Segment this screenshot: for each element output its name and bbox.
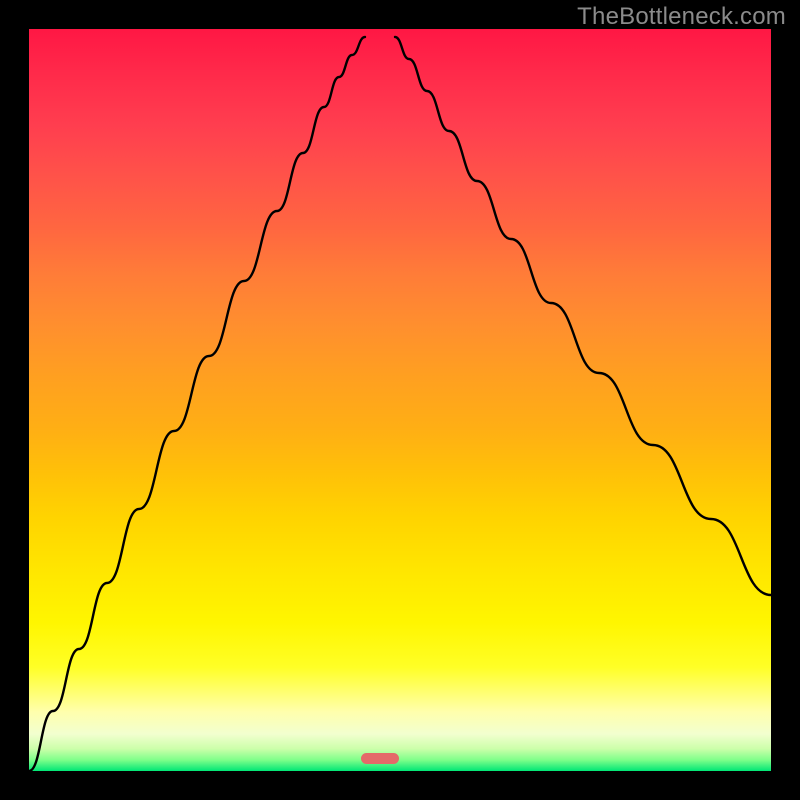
curve-left-branch [29,37,365,771]
watermark-text: TheBottleneck.com [577,3,786,31]
curve-layer [29,29,771,771]
chart-frame: TheBottleneck.com [0,0,800,800]
curve-right-branch [395,37,771,595]
plot-area [29,29,771,771]
minimum-marker [361,753,399,764]
